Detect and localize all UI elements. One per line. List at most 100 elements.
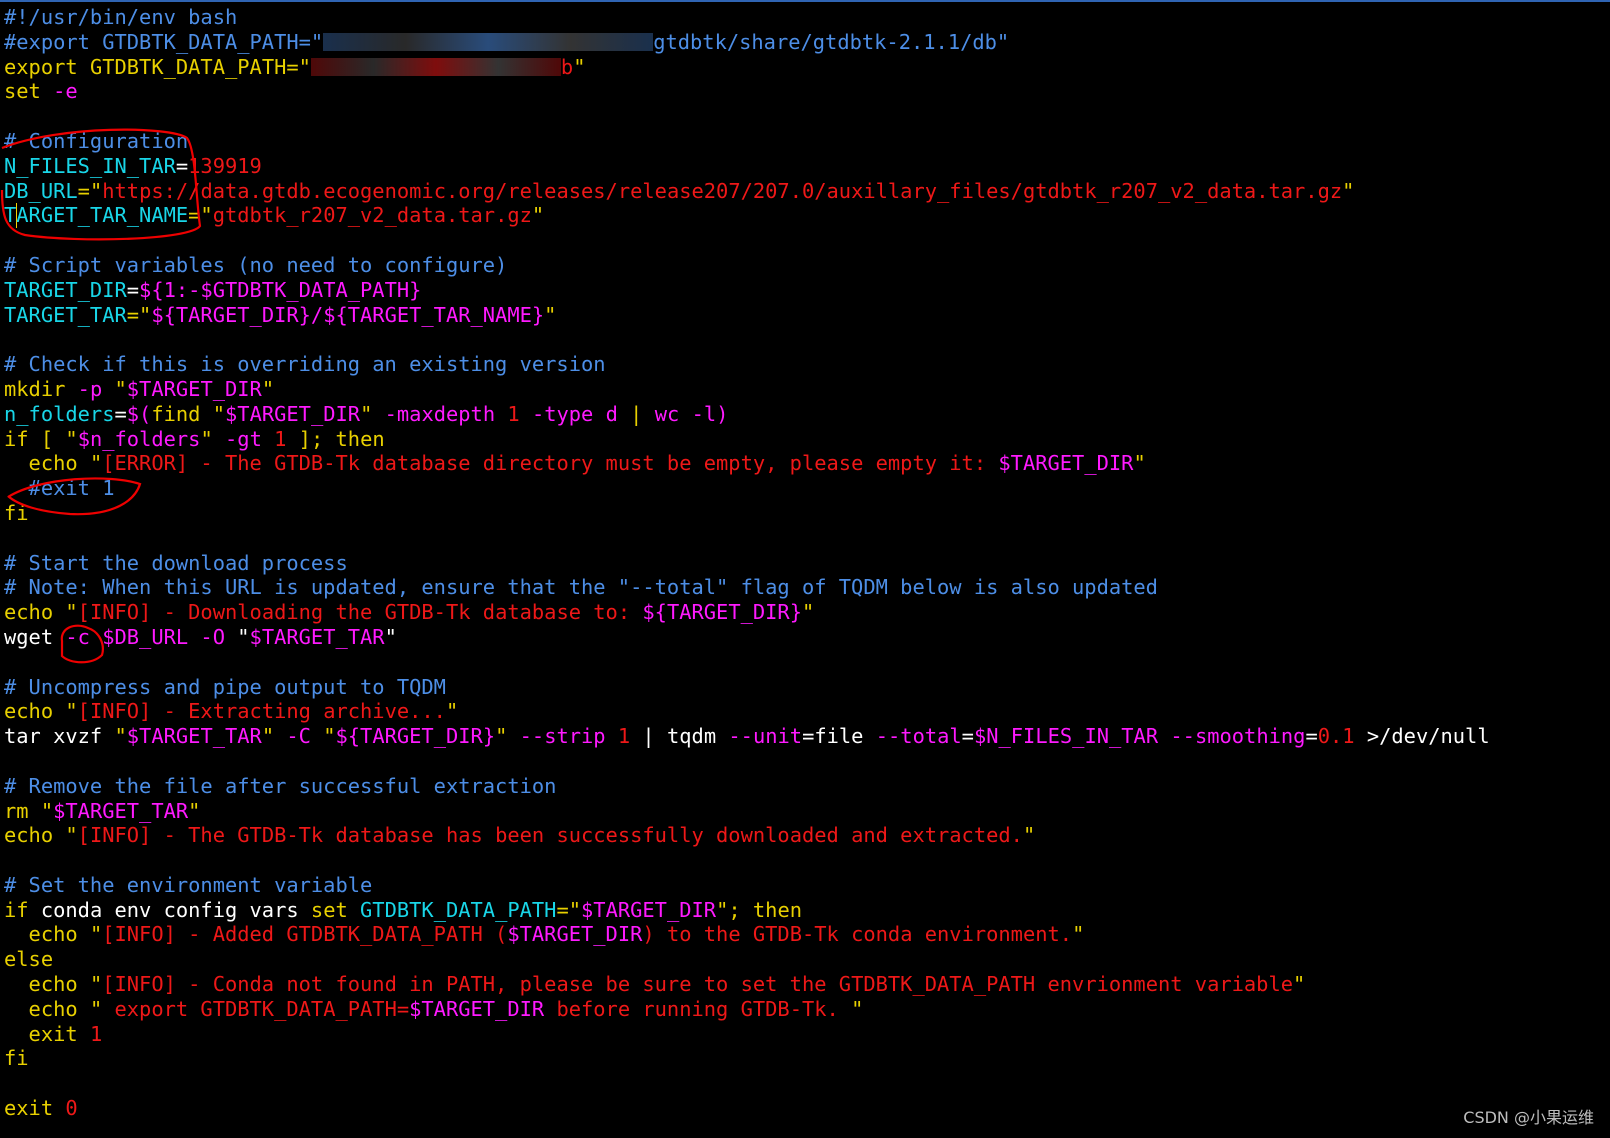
code-token: DB_URL bbox=[4, 178, 78, 203]
code-line: # Set the environment variable bbox=[4, 873, 1610, 898]
code-line: # Script variables (no need to configure… bbox=[4, 253, 1610, 278]
code-token: =" bbox=[77, 178, 103, 203]
code-token: exit bbox=[4, 1096, 66, 1121]
code-token: mkdir bbox=[4, 376, 66, 401]
code-token: $TARGET_TAR bbox=[126, 724, 262, 749]
code-line: N_FILES_IN_TAR=139919 bbox=[4, 154, 1610, 179]
code-token: $TARGET_DIR bbox=[409, 996, 545, 1021]
code-line: tar xvzf "$TARGET_TAR" -C "${TARGET_DIR}… bbox=[4, 724, 1610, 749]
code-token: echo bbox=[4, 823, 66, 848]
code-token: ${TARGET_DIR} bbox=[335, 724, 496, 749]
code-line: fi bbox=[4, 501, 1610, 526]
code-token: [INFO] - Added GTDBTK_DATA_PATH ( bbox=[102, 922, 508, 947]
code-token: # Uncompress and pipe output to TQDM bbox=[4, 674, 446, 699]
code-token: ${TARGET_DIR} bbox=[642, 600, 802, 625]
code-token: " bbox=[495, 724, 508, 749]
code-token: = bbox=[175, 153, 189, 178]
code-line: #!/usr/bin/env bash bbox=[4, 5, 1610, 30]
code-token: =" bbox=[188, 203, 213, 228]
code-token: TARGET_DIR bbox=[4, 277, 127, 302]
code-line: echo "[INFO] - Extracting archive..." bbox=[4, 699, 1610, 724]
code-token: " bbox=[40, 798, 54, 823]
code-token: " bbox=[188, 798, 201, 823]
code-token: # Start the download process bbox=[4, 550, 348, 575]
code-line: mkdir -p "$TARGET_DIR" bbox=[4, 377, 1610, 402]
code-token: echo bbox=[4, 996, 90, 1021]
code-line: # Remove the file after successful extra… bbox=[4, 774, 1610, 799]
code-token: set bbox=[310, 897, 361, 922]
code-token: # Note: When this URL is updated, ensure… bbox=[4, 575, 1158, 600]
code-token: tqdm bbox=[667, 724, 729, 749]
code-token: " bbox=[1022, 823, 1036, 848]
code-token: $TARGET_DIR bbox=[225, 401, 361, 426]
code-token: | bbox=[630, 724, 667, 749]
code-line: echo "[INFO] - Downloading the GTDB-Tk d… bbox=[4, 600, 1610, 625]
code-line: else bbox=[4, 947, 1610, 972]
code-token: $TARGET_DIR bbox=[507, 922, 643, 947]
code-token: -c bbox=[53, 624, 103, 649]
code-line: # Uncompress and pipe output to TQDM bbox=[4, 675, 1610, 700]
code-token: [INFO] - Conda not found in PATH, please… bbox=[102, 972, 1294, 997]
code-token: 0.1 bbox=[1317, 724, 1355, 749]
code-line: fi bbox=[4, 1046, 1610, 1071]
code-token: N_FILES_IN_TAR bbox=[4, 153, 176, 178]
code-line: if [ "$n_folders" -gt 1 ]; then bbox=[4, 427, 1610, 452]
code-token: $( bbox=[126, 401, 152, 426]
code-token: [INFO] - The GTDB-Tk database has been s… bbox=[77, 823, 1023, 848]
code-line: exit 1 bbox=[4, 1022, 1610, 1047]
code-token: 0 bbox=[65, 1096, 78, 1121]
code-token: if bbox=[4, 897, 29, 922]
code-token: [INFO] - Downloading the GTDB-Tk databas… bbox=[77, 600, 643, 625]
code-token: "; then bbox=[716, 897, 802, 922]
code-token: " bbox=[851, 996, 864, 1021]
code-token: " bbox=[65, 426, 78, 451]
code-line: # Note: When this URL is updated, ensure… bbox=[4, 575, 1610, 600]
code-token: before running GTDB-Tk. bbox=[544, 996, 852, 1021]
code-token: -maxdepth bbox=[384, 401, 508, 426]
code-token: fi bbox=[4, 500, 29, 525]
code-token: " bbox=[445, 699, 459, 724]
code-token: " bbox=[65, 823, 78, 848]
code-line: # Configuration bbox=[4, 129, 1610, 154]
code-token: >/dev/null bbox=[1354, 724, 1490, 749]
code-line: rm "$TARGET_TAR" bbox=[4, 799, 1610, 824]
code-line: TARGET_TAR_NAME="gtdbtk_r207_v2_data.tar… bbox=[4, 203, 1610, 229]
code-line: echo "[INFO] - The GTDB-Tk database has … bbox=[4, 823, 1610, 848]
code-token: " bbox=[114, 724, 127, 749]
code-token: " bbox=[89, 922, 103, 947]
code-line: set -e bbox=[4, 79, 1610, 104]
code-token: b bbox=[560, 54, 574, 79]
code-token: wc -l) bbox=[654, 401, 729, 426]
code-token: " bbox=[544, 302, 557, 327]
code-token: $N_FILES_IN_TAR bbox=[973, 724, 1159, 749]
code-token: echo bbox=[4, 699, 66, 724]
code-token: = bbox=[1305, 724, 1318, 749]
code-token: " bbox=[1072, 922, 1085, 947]
code-token: gtdbtk_r207_v2_data.tar.gz bbox=[212, 203, 532, 228]
code-token: " bbox=[573, 54, 586, 79]
code-token: = bbox=[961, 724, 974, 749]
code-token: -e bbox=[40, 79, 78, 104]
code-token: #export GTDBTK_DATA_PATH=" bbox=[4, 29, 324, 54]
code-token: $TARGET_DIR bbox=[126, 376, 262, 401]
code-line: #export GTDBTK_DATA_PATH=" gtdbtk/share/g… bbox=[4, 30, 1610, 55]
code-token: =" bbox=[126, 302, 152, 327]
code-token: ) to the GTDB-Tk conda environment. bbox=[642, 922, 1073, 947]
terminal-editor[interactable]: #!/usr/bin/env bash #export GTDBTK_DATA_P… bbox=[4, 5, 1610, 1121]
code-token: # Check if this is overriding an existin… bbox=[4, 352, 606, 377]
code-token: # Script variables (no need to configure… bbox=[4, 252, 508, 277]
code-token: " bbox=[384, 624, 397, 649]
code-token: " bbox=[89, 451, 103, 476]
code-token: $DB_URL bbox=[102, 624, 189, 649]
code-line: #exit 1 bbox=[4, 476, 1610, 501]
code-line: echo "[INFO] - Conda not found in PATH, … bbox=[4, 972, 1610, 997]
code-token: " bbox=[114, 376, 127, 401]
code-token: " bbox=[237, 624, 250, 649]
code-line: TARGET_DIR=${1:-$GTDBTK_DATA_PATH} bbox=[4, 278, 1610, 303]
code-token: " bbox=[801, 600, 815, 625]
code-line: DB_URL="https://data.gtdb.ecogenomic.org… bbox=[4, 179, 1610, 204]
code-token: -O bbox=[188, 624, 238, 649]
code-token: --unit bbox=[728, 724, 803, 749]
